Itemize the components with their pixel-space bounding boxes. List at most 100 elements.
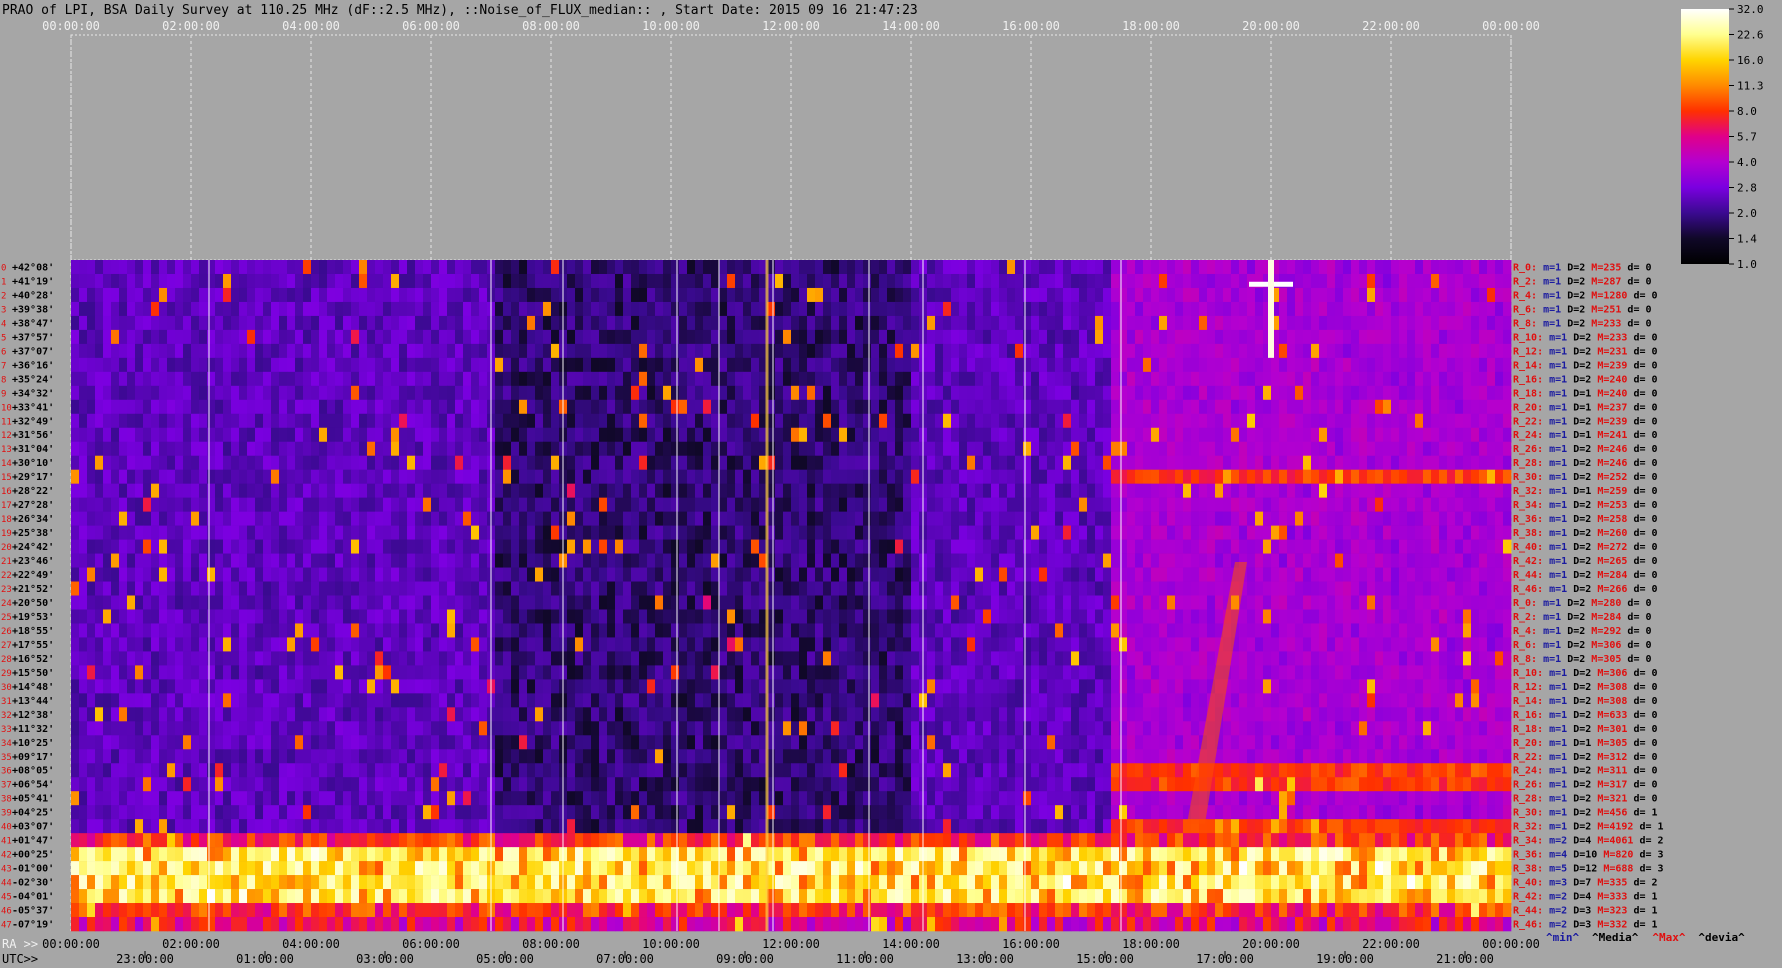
heatmap-cell (223, 497, 232, 512)
heatmap-cell (719, 315, 728, 331)
heatmap-cell (895, 483, 904, 498)
heatmap-cell (95, 497, 104, 512)
heatmap-cell (807, 497, 816, 512)
heatmap-cell (295, 385, 304, 401)
heatmap-cell (927, 413, 936, 429)
heatmap-cell (1047, 581, 1056, 596)
heatmap-cell (391, 385, 400, 401)
heatmap-cell (583, 399, 592, 415)
heatmap-cell (1055, 623, 1064, 638)
heatmap-cell (1095, 623, 1104, 638)
heatmap-cell (1319, 343, 1328, 359)
heatmap-cell (1151, 273, 1160, 289)
heatmap-cell (1271, 483, 1280, 498)
heatmap-cell (695, 371, 704, 387)
heatmap-cell (1383, 371, 1392, 387)
heatmap-cell (1007, 441, 1016, 457)
heatmap-cell (175, 455, 184, 470)
heatmap-cell (247, 260, 256, 275)
heatmap-cell (127, 260, 136, 275)
heatmap-cell (1207, 287, 1216, 303)
heatmap-cell (447, 315, 456, 331)
heatmap-cell (855, 483, 864, 498)
heatmap-cell (1335, 581, 1344, 596)
heatmap-cell (935, 539, 944, 554)
heatmap-cell (927, 273, 936, 289)
heatmap-cell (783, 413, 792, 429)
heatmap-cell (319, 483, 328, 498)
heatmap-cell (655, 525, 664, 540)
heatmap-cell (991, 273, 1000, 289)
heatmap-cell (1039, 273, 1048, 289)
heatmap-cell (1239, 301, 1248, 317)
heatmap-cell (135, 343, 144, 359)
heatmap-cell (1471, 287, 1480, 303)
heatmap-cell (1031, 511, 1040, 526)
heatmap-cell (1343, 399, 1352, 415)
heatmap-cell (1199, 595, 1208, 610)
heatmap-cell (871, 469, 880, 484)
heatmap-cell (1159, 511, 1168, 526)
heatmap-cell (135, 413, 144, 429)
heatmap-cell (535, 413, 544, 429)
heatmap-cell (1287, 525, 1296, 540)
heatmap-cell (1255, 301, 1264, 317)
heatmap-cell (1439, 260, 1448, 275)
heatmap-cell (1303, 581, 1312, 596)
heatmap-cell (1183, 260, 1192, 275)
heatmap-cell (543, 623, 552, 638)
heatmap-cell (1383, 343, 1392, 359)
heatmap-cell (1263, 427, 1272, 443)
heatmap-cell (311, 455, 320, 470)
heatmap-cell (1255, 455, 1264, 470)
heatmap-cell (663, 497, 672, 512)
heatmap-cell (263, 567, 272, 582)
heatmap-cell (1071, 329, 1080, 345)
heatmap-cell (575, 553, 584, 568)
heatmap-cell (1279, 329, 1288, 345)
heatmap-cell (151, 315, 160, 331)
heatmap-cell (1207, 595, 1216, 610)
heatmap-cell (311, 385, 320, 401)
heatmap-cell (535, 371, 544, 387)
heatmap-cell (631, 623, 640, 638)
heatmap-cell (103, 301, 112, 317)
heatmap-cell (463, 273, 472, 289)
heatmap-cell (959, 427, 968, 443)
heatmap-cell (519, 343, 528, 359)
heatmap-cell (1007, 399, 1016, 415)
heatmap-cell (1319, 497, 1328, 512)
heatmap-cell (191, 329, 200, 345)
heatmap-cell (319, 427, 328, 443)
heatmap-cell (1487, 525, 1496, 540)
heatmap-cell (583, 483, 592, 498)
heatmap-cell (855, 343, 864, 359)
heatmap-cell (935, 609, 944, 624)
heatmap-cell (951, 315, 960, 331)
heatmap-cell (751, 357, 760, 373)
heatmap-cell (535, 609, 544, 624)
heatmap-cell (575, 343, 584, 359)
heatmap-cell (991, 399, 1000, 415)
heatmap-cell (1135, 581, 1144, 596)
heatmap-cell (1335, 315, 1344, 331)
heatmap-cell (407, 357, 416, 373)
heatmap-cell (1431, 455, 1440, 470)
heatmap-cell (79, 413, 88, 429)
heatmap-cell (143, 385, 152, 401)
heatmap-cell (1111, 427, 1120, 443)
heatmap-cell (431, 260, 440, 275)
heatmap-cell (703, 623, 712, 638)
heatmap-cell (287, 301, 296, 317)
heatmap-cell (991, 539, 1000, 554)
heatmap-cell (1487, 511, 1496, 526)
heatmap-cell (295, 609, 304, 624)
heatmap-cell (695, 609, 704, 624)
heatmap-cell (1127, 287, 1136, 303)
heatmap-cell (727, 441, 736, 457)
heatmap-cell (1071, 497, 1080, 512)
heatmap-cell (943, 609, 952, 624)
heatmap-cell (1255, 469, 1264, 484)
heatmap-cell (599, 287, 608, 303)
heatmap-cell (95, 301, 104, 317)
